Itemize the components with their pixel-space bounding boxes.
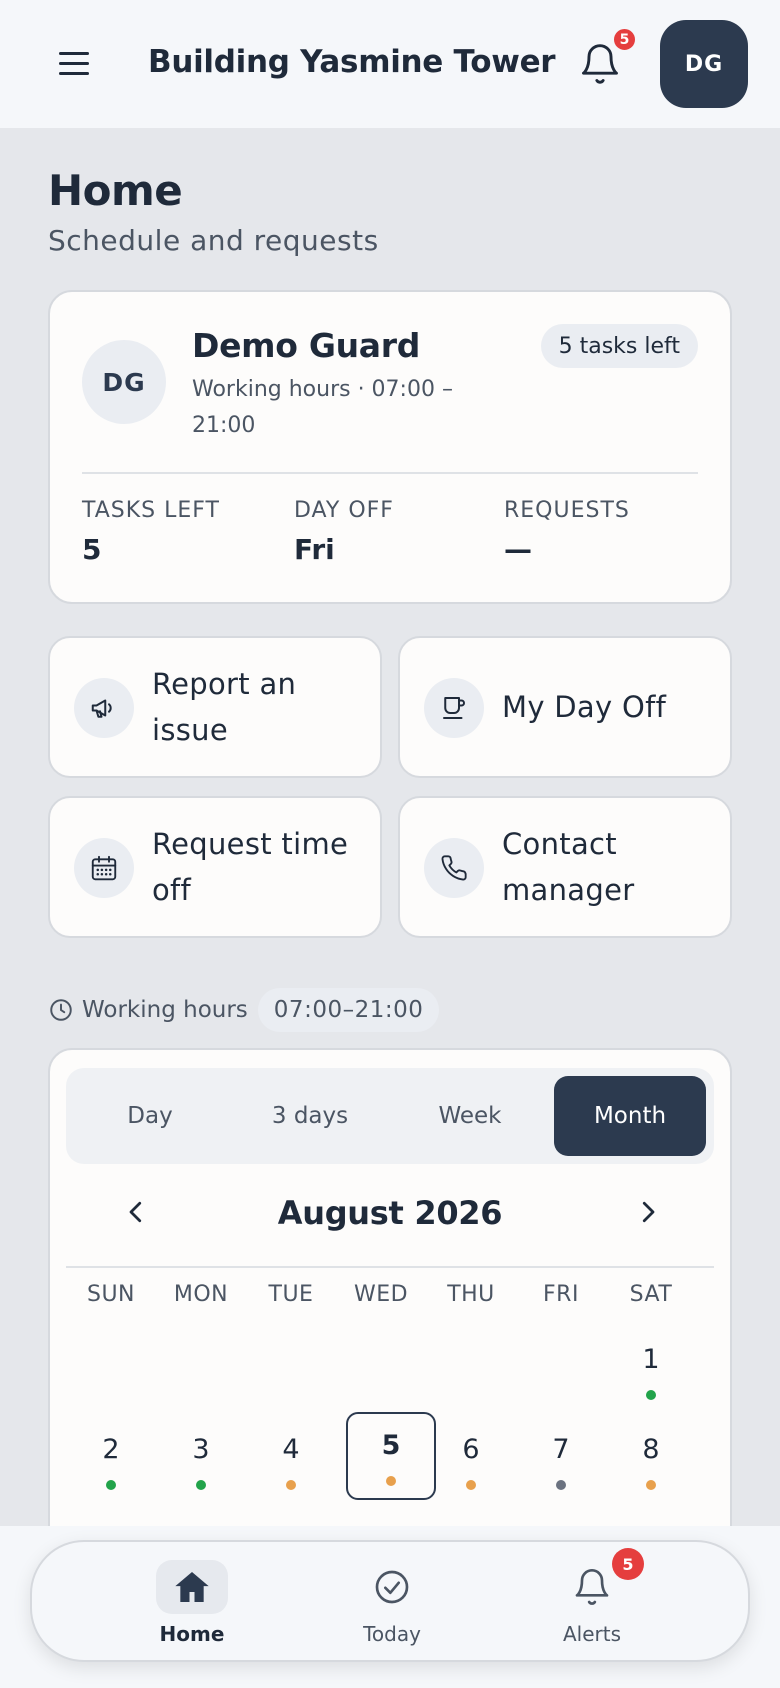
weekday-label: THU — [447, 1282, 495, 1307]
nav-label: Home — [159, 1622, 225, 1646]
weekday-label: MON — [173, 1282, 229, 1307]
menu-icon-bar — [59, 62, 89, 65]
day-status-dot — [106, 1480, 116, 1490]
menu-button[interactable] — [56, 50, 92, 78]
menu-icon — [59, 52, 89, 55]
divider — [82, 472, 698, 474]
page-subtitle: Schedule and requests — [48, 224, 379, 257]
stat-label: TASKS LEFT — [82, 498, 220, 523]
next-month-button[interactable] — [628, 1192, 668, 1232]
day-number: 5 — [381, 1430, 401, 1461]
tile-label: My Day Off — [502, 690, 667, 724]
weekday-label: WED — [353, 1282, 409, 1307]
request-time-off-button[interactable]: Request time off — [48, 796, 382, 938]
alerts-count-badge: 5 — [612, 1548, 644, 1580]
tile-label: Report an issue — [152, 667, 297, 747]
divider — [66, 1266, 714, 1268]
view-week-button[interactable]: Week — [394, 1076, 546, 1156]
profile-card: DG Demo Guard Working hours · 07:00 – 21… — [48, 290, 732, 604]
day-status-dot — [556, 1480, 566, 1490]
calendar-day[interactable]: 4 — [246, 1416, 336, 1504]
stat-value: 5 — [82, 533, 102, 566]
weekday-label: FRI — [543, 1282, 579, 1307]
working-hours-value: 07:00–21:00 — [257, 988, 440, 1032]
nav-today[interactable]: Today — [322, 1560, 462, 1650]
weekday-label: SAT — [629, 1282, 673, 1307]
day-number: 3 — [192, 1434, 210, 1465]
phone-icon — [424, 838, 484, 898]
day-number: 4 — [282, 1434, 300, 1465]
stat-value: Fri — [294, 533, 335, 566]
nav-home[interactable]: Home — [122, 1560, 262, 1650]
tile-label: Contact manager — [502, 827, 635, 907]
notification-count-badge: 5 — [612, 27, 637, 52]
check-circle-icon-wrap — [356, 1560, 428, 1614]
clock-icon — [50, 999, 72, 1021]
calendar-day[interactable]: 2 — [66, 1416, 156, 1504]
calendar-day-selected[interactable]: 5 — [346, 1412, 436, 1500]
day-status-dot — [646, 1390, 656, 1400]
report-issue-button[interactable]: Report an issue — [48, 636, 382, 778]
view-switcher: Day 3 days Week Month — [66, 1068, 714, 1164]
profile-name: Demo Guard — [192, 326, 421, 365]
weekday-label: SUN — [86, 1282, 136, 1307]
home-icon-wrap — [156, 1560, 228, 1614]
contact-manager-button[interactable]: Contact manager — [398, 796, 732, 938]
calendar-day[interactable]: 6 — [426, 1416, 516, 1504]
bottom-navigation: Home Today 5 Alerts — [30, 1540, 750, 1662]
calendar-day[interactable]: 8 — [606, 1416, 696, 1504]
tile-label: Request time off — [152, 827, 349, 907]
nav-alerts[interactable]: 5 Alerts — [522, 1548, 662, 1650]
my-day-off-button[interactable]: My Day Off — [398, 636, 732, 778]
check-circle-icon — [375, 1570, 409, 1604]
calendar-day[interactable]: 1 — [606, 1326, 696, 1414]
day-status-dot — [386, 1476, 396, 1486]
day-number: 6 — [462, 1434, 480, 1465]
stat-label: DAY OFF — [294, 498, 394, 523]
stat-day-off: DAY OFF Fri — [294, 498, 394, 566]
coffee-cup-icon — [424, 678, 484, 738]
view-day-button[interactable]: Day — [74, 1076, 226, 1156]
day-status-dot — [196, 1480, 206, 1490]
page-title: Home — [48, 166, 183, 215]
calendar-day[interactable]: 3 — [156, 1416, 246, 1504]
nav-label: Alerts — [562, 1622, 622, 1646]
day-status-dot — [286, 1480, 296, 1490]
stat-value: — — [504, 533, 532, 566]
view-month-button[interactable]: Month — [554, 1076, 706, 1156]
stat-label: REQUESTS — [504, 498, 630, 523]
menu-icon-bar — [59, 72, 89, 75]
view-3-days-button[interactable]: 3 days — [234, 1076, 386, 1156]
day-status-dot — [466, 1480, 476, 1490]
calendar-icon — [74, 838, 134, 898]
nav-label: Today — [363, 1622, 421, 1646]
user-avatar-button[interactable]: DG — [660, 20, 748, 108]
calendar-day[interactable]: 7 — [516, 1416, 606, 1504]
building-title: Building Yasmine Tower — [148, 44, 556, 80]
stat-tasks-left: TASKS LEFT 5 — [82, 498, 220, 566]
chevron-right-icon — [642, 1201, 655, 1223]
day-number: 7 — [552, 1434, 570, 1465]
bell-icon — [575, 1569, 609, 1605]
day-number: 1 — [642, 1344, 660, 1375]
working-hours-label: Working hours — [82, 997, 248, 1023]
megaphone-icon — [74, 678, 134, 738]
weekday-label: TUE — [268, 1282, 314, 1307]
working-hours-row: Working hours 07:00–21:00 — [48, 988, 440, 1032]
day-number: 8 — [642, 1434, 660, 1465]
tasks-left-badge: 5 tasks left — [540, 324, 698, 368]
day-number: 2 — [102, 1434, 120, 1465]
profile-working-hours: Working hours · 07:00 – 21:00 — [192, 377, 453, 438]
profile-avatar: DG — [82, 340, 166, 424]
top-app-bar: Building Yasmine Tower 5 DG — [0, 0, 780, 128]
stat-requests: REQUESTS — — [504, 498, 630, 566]
day-status-dot — [646, 1480, 656, 1490]
home-icon — [175, 1572, 209, 1602]
